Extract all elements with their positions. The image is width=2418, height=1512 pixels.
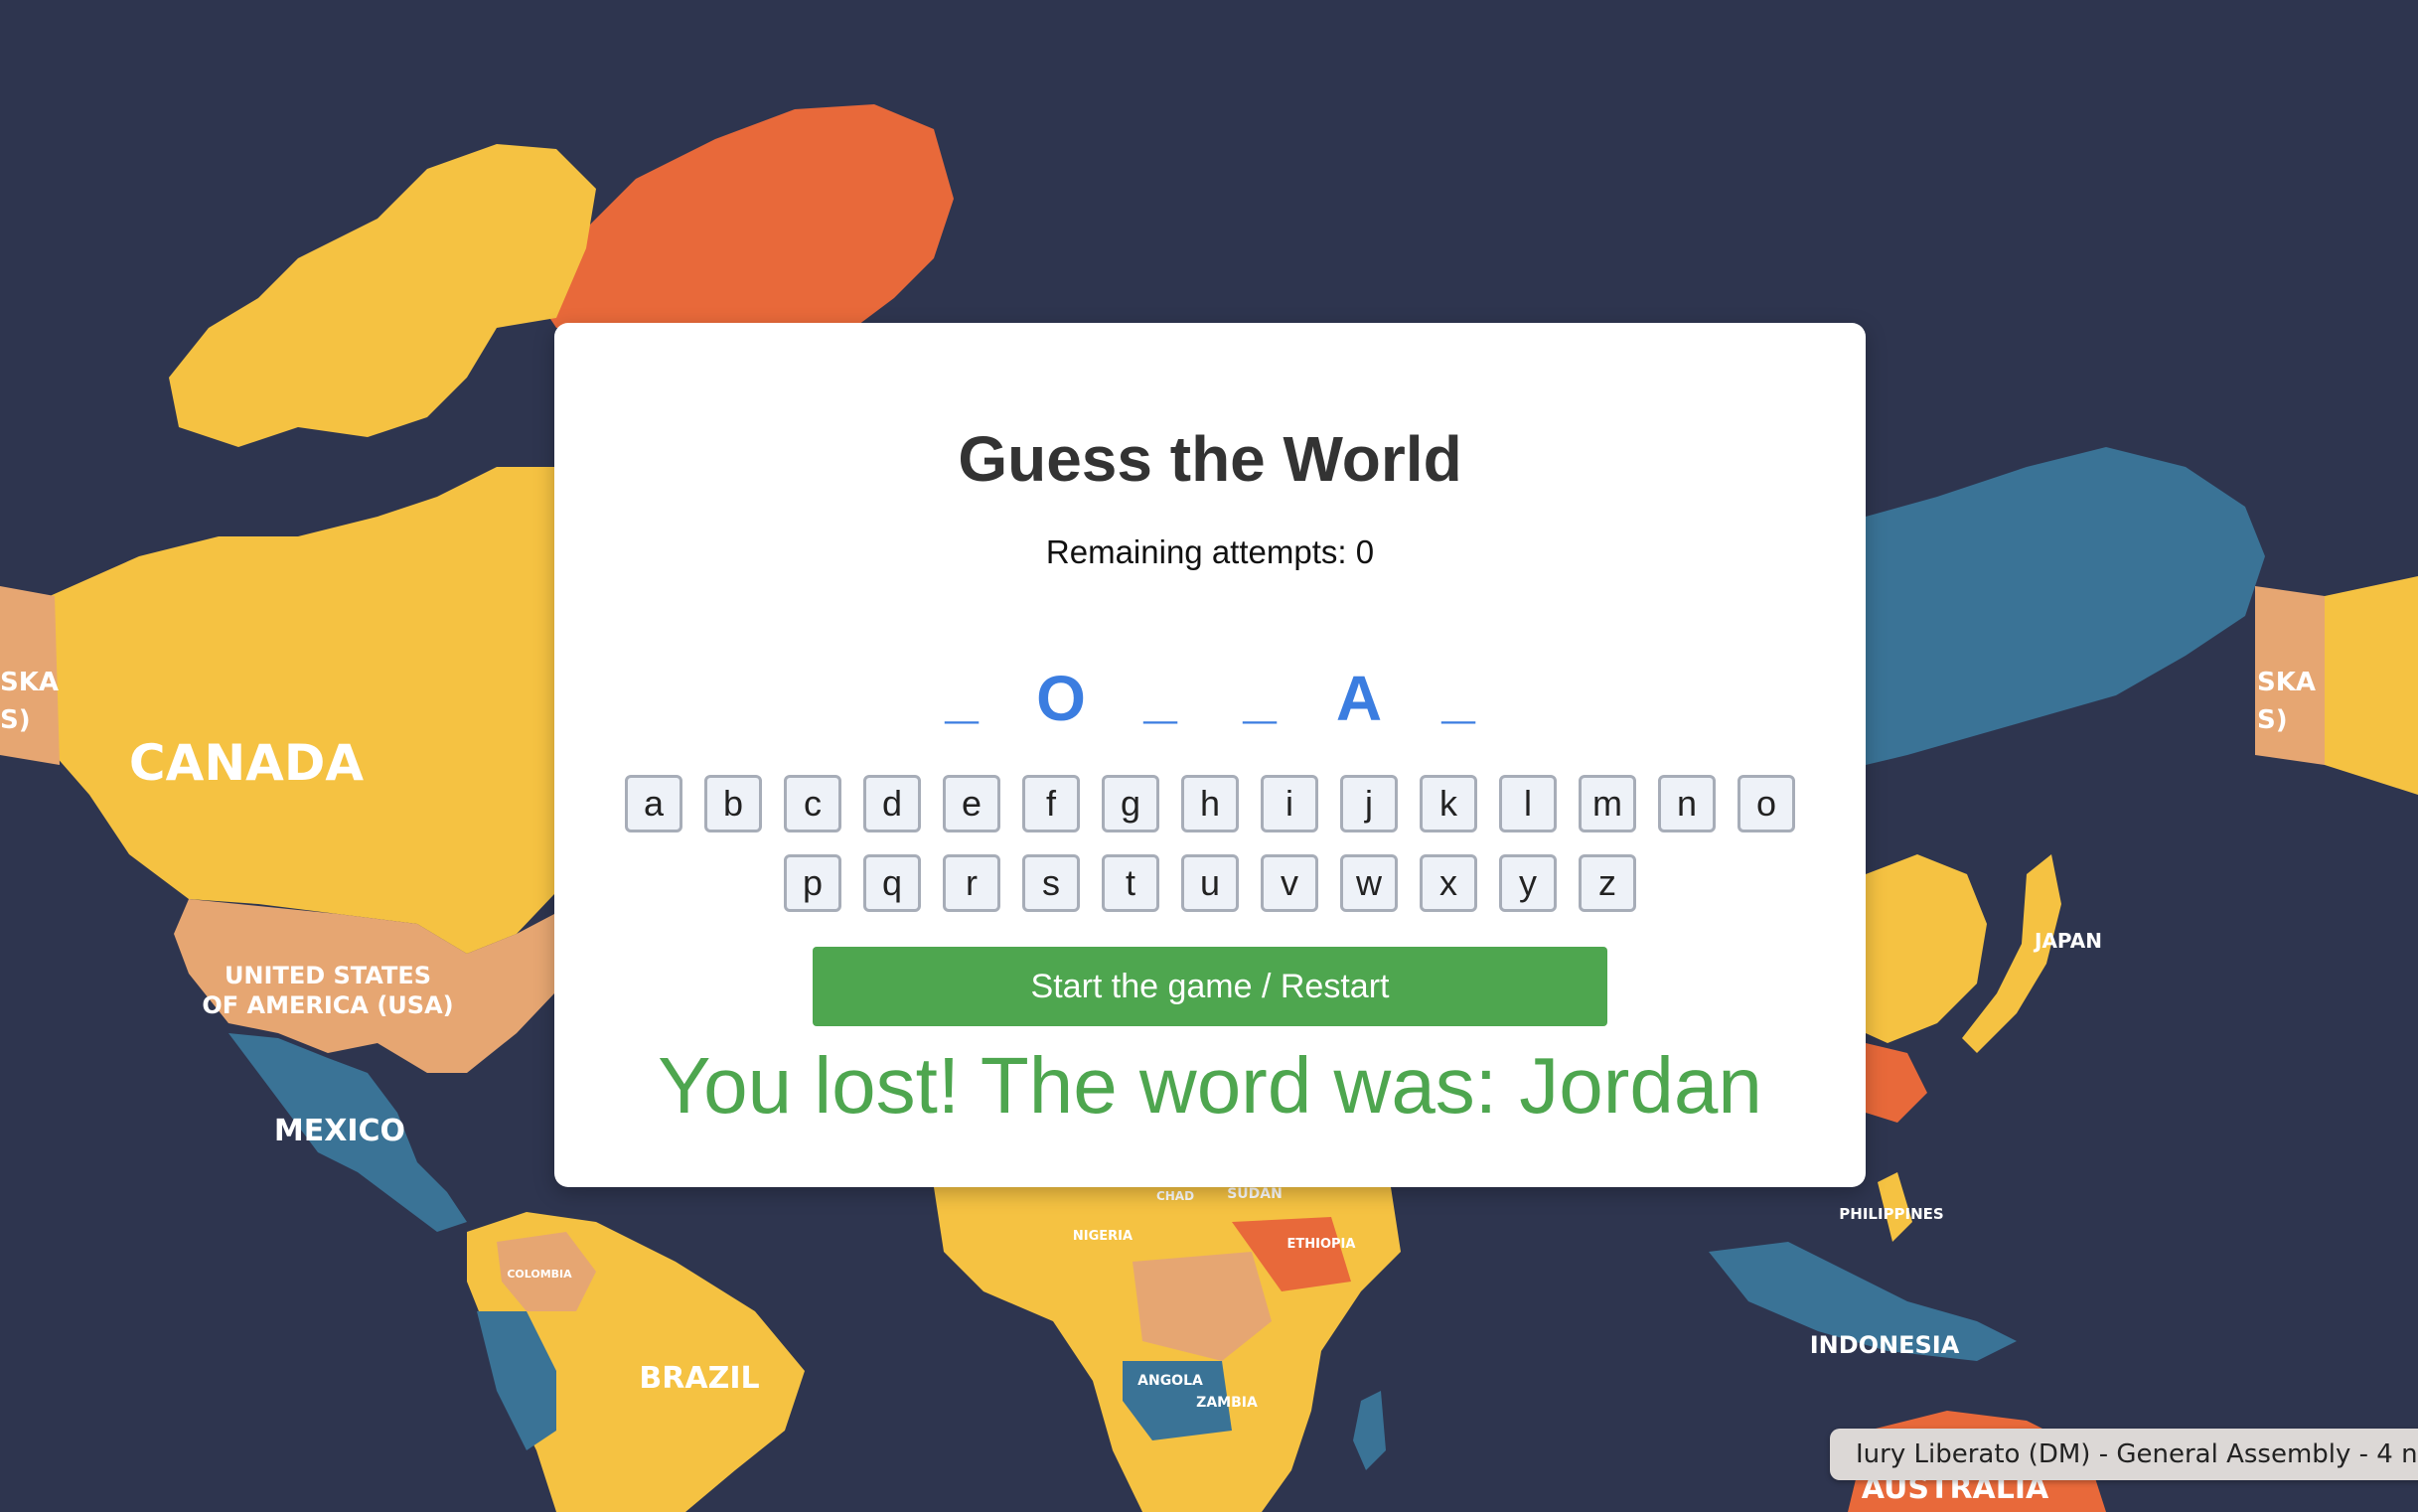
map-label-alaska-right-2: S) xyxy=(2257,705,2288,735)
game-title: Guess the World xyxy=(958,423,1462,495)
letter-key-h[interactable]: h xyxy=(1181,775,1239,832)
letter-key-f[interactable]: f xyxy=(1022,775,1080,832)
map-label-chad: CHAD xyxy=(1156,1189,1194,1203)
map-label-angola: ANGOLA xyxy=(1137,1373,1203,1389)
letter-key-e[interactable]: e xyxy=(943,775,1000,832)
word-letter-slot: _ xyxy=(1143,663,1177,729)
letter-key-m[interactable]: m xyxy=(1579,775,1636,832)
letter-key-c[interactable]: c xyxy=(784,775,841,832)
letter-key-n[interactable]: n xyxy=(1658,775,1716,832)
map-label-japan: JAPAN xyxy=(2033,929,2102,953)
map-label-philippines: PHILIPPINES xyxy=(1839,1205,1943,1223)
attempts-label: Remaining attempts: xyxy=(1045,533,1347,570)
game-page: CANADA UNITED STATES OF AMERICA (USA) ME… xyxy=(0,0,2418,1512)
map-label-ethiopia: ETHIOPIA xyxy=(1287,1237,1356,1252)
letter-key-s[interactable]: s xyxy=(1022,854,1080,912)
letter-key-o[interactable]: o xyxy=(1738,775,1795,832)
map-label-sudan: SUDAN xyxy=(1227,1186,1283,1202)
letter-key-p[interactable]: p xyxy=(784,854,841,912)
letter-key-q[interactable]: q xyxy=(863,854,921,912)
letter-keyboard: abcdefghijklmno pqrstuvwxyz xyxy=(554,775,1866,934)
letter-key-l[interactable]: l xyxy=(1499,775,1557,832)
keyboard-row-1: abcdefghijklmno xyxy=(554,775,1866,832)
attempts-value: 0 xyxy=(1355,533,1375,570)
map-label-mexico: MEXICO xyxy=(274,1114,405,1148)
letter-key-k[interactable]: k xyxy=(1420,775,1477,832)
letter-key-t[interactable]: t xyxy=(1102,854,1159,912)
game-card: Guess the World Remaining attempts: 0 _ O… xyxy=(554,323,1866,1187)
map-label-usa-line1: UNITED STATES xyxy=(225,962,431,989)
map-label-alaska-right: SKA xyxy=(2257,668,2316,697)
letter-key-y[interactable]: y xyxy=(1499,854,1557,912)
letter-key-a[interactable]: a xyxy=(625,775,682,832)
map-label-zambia: ZAMBIA xyxy=(1196,1395,1258,1411)
word-letter-slot: O xyxy=(1036,663,1086,734)
map-label-nigeria: NIGERIA xyxy=(1073,1229,1133,1244)
letter-key-g[interactable]: g xyxy=(1102,775,1159,832)
canada-right-shape xyxy=(2325,576,2418,795)
map-label-alaska-left-2: S) xyxy=(0,705,31,735)
letter-key-d[interactable]: d xyxy=(863,775,921,832)
remaining-attempts: Remaining attempts: 0 xyxy=(554,533,1866,571)
map-label-usa-line2: OF AMERICA (USA) xyxy=(202,991,453,1019)
letter-key-w[interactable]: w xyxy=(1340,854,1398,912)
greenland-shape xyxy=(536,104,954,328)
canada-shape xyxy=(50,467,554,954)
letter-key-i[interactable]: i xyxy=(1261,775,1318,832)
word-letter-slot: _ xyxy=(1243,663,1277,729)
map-label-colombia: COLOMBIA xyxy=(507,1268,572,1281)
map-label-canada: CANADA xyxy=(129,734,364,792)
asia-orange-shape xyxy=(1866,1043,1927,1123)
result-message: You lost! The word was: Jordan xyxy=(658,1041,1762,1130)
madagascar-shape xyxy=(1353,1391,1386,1470)
letter-key-z[interactable]: z xyxy=(1579,854,1636,912)
russia-shape xyxy=(1866,447,2265,765)
letter-key-j[interactable]: j xyxy=(1340,775,1398,832)
letter-key-x[interactable]: x xyxy=(1420,854,1477,912)
canada-arctic-shape xyxy=(169,144,596,447)
word-letter-slot: _ xyxy=(1441,663,1475,729)
map-label-brazil: BRAZIL xyxy=(639,1361,759,1396)
letter-key-r[interactable]: r xyxy=(943,854,1000,912)
map-label-alaska-left: SKA xyxy=(0,668,59,697)
start-restart-button[interactable]: Start the game / Restart xyxy=(813,947,1607,1026)
map-label-indonesia: INDONESIA xyxy=(1810,1331,1960,1359)
word-letter-slot: A xyxy=(1335,663,1383,734)
letter-key-u[interactable]: u xyxy=(1181,854,1239,912)
letter-key-b[interactable]: b xyxy=(704,775,762,832)
word-letter-slot: _ xyxy=(945,663,979,729)
china-shape xyxy=(1866,854,1987,1043)
keyboard-row-2: pqrstuvwxyz xyxy=(554,854,1866,912)
word-display: _ O _ _ A _ xyxy=(554,631,1866,734)
letter-key-v[interactable]: v xyxy=(1261,854,1318,912)
notification-toast[interactable]: Iury Liberato (DM) - General Assembly - … xyxy=(1830,1429,2418,1480)
